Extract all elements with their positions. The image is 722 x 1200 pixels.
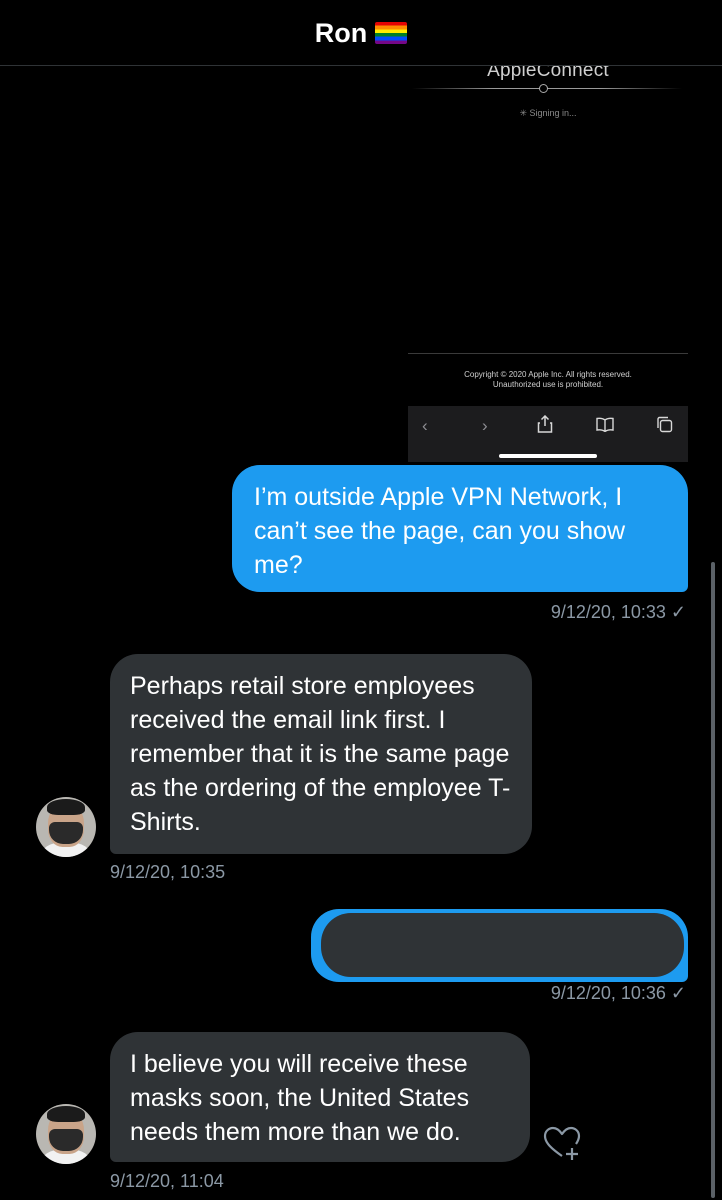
signing-in-status: ✳ Signing in... <box>519 108 577 118</box>
message-timestamp: 9/12/20, 10:36 ✓ <box>550 983 686 1003</box>
conversation-header: Ron <box>0 0 722 66</box>
message-text: I believe you will receive these masks s… <box>130 1050 470 1146</box>
message-timestamp: 9/12/20, 10:35 <box>110 862 226 882</box>
rainbow-flag-icon <box>375 22 408 44</box>
face-mask-icon <box>49 1129 83 1151</box>
message-text: Perhaps retail store employees received … <box>130 672 511 836</box>
outgoing-message-bubble[interactable]: I’m outside Apple VPN Network, I can’t s… <box>232 465 688 592</box>
bookmarks-icon <box>596 417 614 437</box>
divider-line <box>408 353 688 354</box>
incoming-message-bubble[interactable]: Perhaps retail store employees received … <box>110 654 532 854</box>
message-timestamp: 9/12/20, 10:33 ✓ <box>550 602 686 622</box>
scrollbar[interactable] <box>711 562 715 1198</box>
message-text: I’m outside Apple VPN Network, I can’t s… <box>254 483 626 579</box>
face-mask-icon <box>49 822 83 844</box>
shared-screenshot-image[interactable]: AppleConnect ✳ Signing in... Copyright ©… <box>408 66 688 462</box>
conversation-title[interactable]: Ron <box>0 18 722 49</box>
spinner-icon: ✳ <box>519 108 527 118</box>
contact-name[interactable]: Ron <box>315 18 367 48</box>
copyright-text: Copyright © 2020 Apple Inc. All rights r… <box>464 370 632 389</box>
forward-icon: › <box>482 416 488 435</box>
message-timestamp: 9/12/20, 11:04 <box>110 1171 224 1191</box>
redacted-message-content <box>321 913 684 977</box>
incoming-message-bubble[interactable]: I believe you will receive these masks s… <box>110 1032 530 1162</box>
back-icon: ‹ <box>422 416 428 435</box>
tabs-icon <box>656 416 673 438</box>
avatar[interactable] <box>36 1104 96 1164</box>
appleconnect-title: AppleConnect <box>487 66 609 81</box>
avatar[interactable] <box>36 797 96 857</box>
add-reaction-icon[interactable] <box>542 1125 582 1163</box>
apple-dot-icon <box>539 84 548 93</box>
safari-toolbar: ‹ › <box>408 406 688 462</box>
share-icon <box>537 414 553 438</box>
home-indicator <box>499 454 597 458</box>
